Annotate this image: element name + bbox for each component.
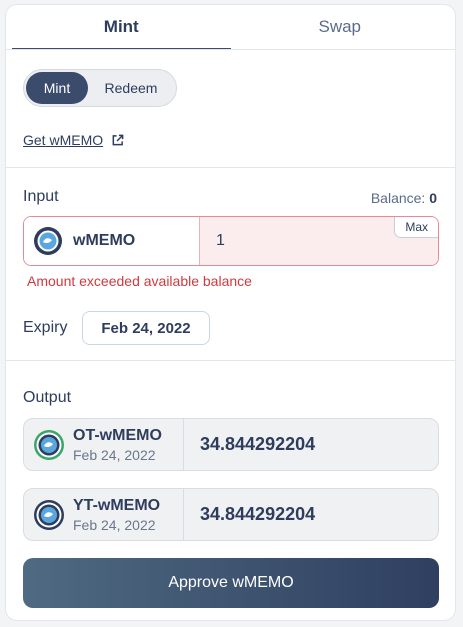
- output-amount: 34.844292204: [200, 434, 316, 454]
- tab-swap[interactable]: Swap: [231, 5, 450, 49]
- output-amount: 34.844292204: [200, 504, 316, 524]
- section-divider: [6, 167, 455, 168]
- ot-wmemo-token-icon: [33, 429, 65, 461]
- input-field-group: wMEMO 1 Max: [23, 216, 439, 266]
- balance-display: Balance: 0: [371, 190, 437, 206]
- amount-value: 1: [216, 232, 225, 249]
- output-token: YT-wMEMO Feb 24, 2022: [24, 489, 184, 540]
- error-message: Amount exceeded available balance: [27, 273, 252, 289]
- approve-button[interactable]: Approve wMEMO: [23, 558, 439, 608]
- token-selector[interactable]: wMEMO: [24, 217, 200, 265]
- input-label: Input: [23, 188, 59, 205]
- amount-input[interactable]: 1 Max: [200, 217, 438, 265]
- tab-divider: [6, 49, 455, 50]
- mint-toggle-button[interactable]: Mint: [26, 72, 88, 104]
- tab-mint[interactable]: Mint: [12, 5, 231, 50]
- output-token-date: Feb 24, 2022: [73, 516, 156, 533]
- output-row-ot: OT-wMEMO Feb 24, 2022 34.844292204: [23, 418, 439, 471]
- get-wmemo-label: Get wMEMO: [23, 132, 104, 148]
- output-token-name: YT-wMEMO: [73, 496, 161, 514]
- yt-wmemo-token-icon: [33, 499, 65, 531]
- output-label: Output: [23, 389, 72, 406]
- expiry-label: Expiry: [23, 319, 68, 336]
- output-token: OT-wMEMO Feb 24, 2022: [24, 419, 184, 470]
- output-row-yt: YT-wMEMO Feb 24, 2022 34.844292204: [23, 488, 439, 541]
- redeem-toggle-button[interactable]: Redeem: [88, 72, 174, 104]
- token-name: wMEMO: [73, 232, 136, 249]
- wmemo-token-icon: [33, 226, 63, 256]
- output-token-date: Feb 24, 2022: [73, 446, 156, 463]
- get-wmemo-link[interactable]: Get wMEMO: [23, 132, 124, 148]
- section-divider: [6, 360, 455, 361]
- balance-label: Balance:: [370, 190, 426, 206]
- mode-toggle: Mint Redeem: [23, 69, 177, 107]
- tab-bar: Mint Swap: [12, 5, 450, 50]
- external-link-icon: [111, 134, 124, 147]
- mint-card: Mint Swap Mint Redeem Get wMEMO Input Ba…: [5, 4, 456, 621]
- max-button[interactable]: Max: [394, 217, 438, 238]
- expiry-date-selector[interactable]: Feb 24, 2022: [82, 311, 210, 345]
- balance-value: 0: [429, 190, 437, 206]
- output-token-name: OT-wMEMO: [73, 426, 162, 444]
